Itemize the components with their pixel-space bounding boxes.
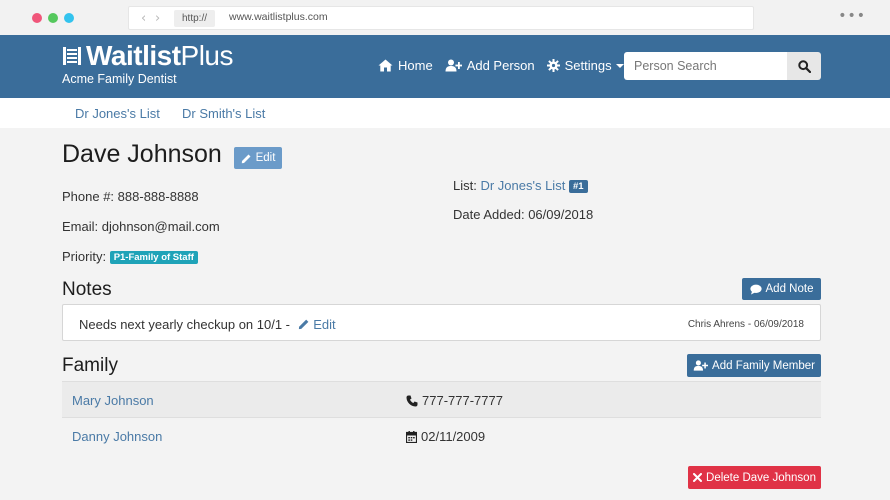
nav-home[interactable]: Home [378,58,433,73]
address-bar[interactable]: ‹ › http:// www.waitlistplus.com [128,6,754,30]
priority-badge: P1-Family of Staff [109,251,198,264]
family-table: Mary Johnson 777-777-7777 Danny Johnson … [62,381,821,453]
note-item: Needs next yearly checkup on 10/1 - Edit… [62,304,821,341]
window-maximize-dot[interactable] [64,13,74,23]
search-icon [797,59,811,73]
brand[interactable]: WaitlistPlus Acme Family Dentist [62,40,234,87]
phone-field: Phone #: 888-888-8888 [62,189,199,204]
add-user-icon [445,59,462,72]
window-minimize-dot[interactable] [48,13,58,23]
family-heading: Family [62,355,118,376]
list-tabs: Dr Jones's List Dr Smith's List [0,98,890,128]
page-title: Dave Johnson [62,140,222,168]
add-note-button[interactable]: Add Note [742,278,821,300]
email-value: djohnson@mail.com [101,219,220,234]
list-link[interactable]: Dr Jones's List [480,178,565,193]
home-icon [378,59,393,72]
date-added-value: 06/09/2018 [528,207,594,222]
brand-name: WaitlistPlus [86,40,234,71]
edit-note-link[interactable]: Edit [298,317,336,332]
tab-dr-smith-list[interactable]: Dr Smith's List [182,106,265,121]
table-row: Danny Johnson 02/11/2009 [62,417,821,453]
nav-add-person[interactable]: Add Person [445,58,535,73]
tab-dr-jones-list[interactable]: Dr Jones's List [75,106,160,121]
family-member-link[interactable]: Danny Johnson [72,429,162,444]
list-field: List: Dr Jones's List #1 [453,178,588,193]
family-member-birthdate: 02/11/2009 [406,429,485,444]
nav-settings[interactable]: Settings [546,58,624,73]
chevron-down-icon [615,63,624,68]
notes-heading: Notes [62,279,112,300]
date-added-field: Date Added: 06/09/2018 [453,207,594,222]
main-nav: Home Add Person Settings [378,58,636,73]
back-arrow-icon[interactable]: ‹ [141,11,146,26]
browser-chrome: ‹ › http:// www.waitlistplus.com ••• [0,0,890,35]
gear-icon [546,59,560,72]
calendar-icon [406,430,417,443]
app-header: WaitlistPlus Acme Family Dentist Home Ad… [0,35,890,98]
forward-arrow-icon[interactable]: › [155,11,160,26]
more-options-icon[interactable]: ••• [838,9,866,23]
family-member-phone: 777-777-7777 [406,393,503,408]
logo-icon [63,47,81,65]
url-protocol: http:// [174,10,216,27]
edit-person-button[interactable]: Edit [234,147,282,169]
pencil-icon [298,319,309,330]
add-user-icon [693,360,709,371]
list-position-badge: #1 [568,180,588,193]
delete-person-button[interactable]: Delete Dave Johnson [688,466,821,489]
comment-icon [749,284,762,294]
note-text: Needs next yearly checkup on 10/1 - Edit [79,317,336,332]
person-search [624,52,821,80]
note-meta: Chris Ahrens - 06/09/2018 [687,319,804,330]
family-member-link[interactable]: Mary Johnson [72,393,154,408]
close-icon [693,473,703,482]
search-button[interactable] [787,52,821,80]
phone-icon [406,395,418,406]
search-input[interactable] [624,52,787,80]
email-field: Email: djohnson@mail.com [62,219,220,234]
priority-field: Priority: P1-Family of Staff [62,249,198,264]
add-family-member-button[interactable]: Add Family Member [687,354,821,377]
table-row: Mary Johnson 777-777-7777 [62,381,821,417]
brand-subtitle: Acme Family Dentist [62,72,177,86]
window-close-dot[interactable] [32,13,42,23]
pencil-icon [241,154,251,163]
phone-value: 888-888-8888 [117,189,199,204]
url-text[interactable]: www.waitlistplus.com [229,11,328,23]
